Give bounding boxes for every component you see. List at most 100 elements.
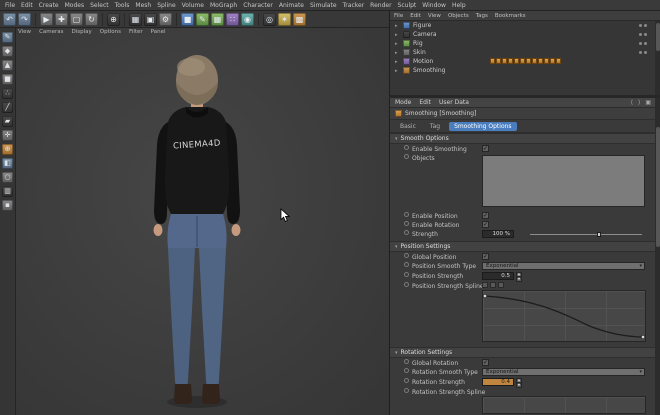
objects-listbox[interactable] [482, 155, 645, 207]
tab-basic[interactable]: Basic [395, 122, 421, 131]
position-strength-field[interactable]: 0.5 [482, 272, 514, 280]
spline-point-tool-icon[interactable] [482, 282, 488, 288]
object-row[interactable]: ▸ Camera [390, 30, 660, 39]
object-name[interactable]: Figure [413, 22, 431, 29]
visibility-dot[interactable] [639, 42, 642, 45]
object-row[interactable]: ▸ Skin [390, 48, 660, 57]
strength-slider-knob[interactable] [597, 232, 602, 237]
menu-animate[interactable]: Animate [279, 2, 304, 9]
visibility-dot[interactable] [639, 33, 642, 36]
menu-simulate[interactable]: Simulate [310, 2, 337, 9]
expand-arrow-icon[interactable]: ▸ [395, 50, 400, 56]
om-menu-bookmarks[interactable]: Bookmarks [495, 13, 526, 19]
visibility-dot[interactable] [644, 51, 647, 54]
object-row[interactable]: ▸ Rig [390, 39, 660, 48]
menu-modes[interactable]: Modes [65, 2, 84, 9]
viewport-solo-icon[interactable]: ○ [2, 172, 13, 183]
keyframe-icon[interactable] [508, 58, 513, 64]
workplane-mode-icon[interactable]: ■ [2, 74, 13, 85]
viewport-menu-view[interactable]: View [18, 29, 31, 35]
strength-field[interactable]: 100 % [482, 230, 514, 238]
keyframe-icon[interactable] [514, 58, 519, 64]
menu-select[interactable]: Select [90, 2, 109, 9]
om-scrollbar-thumb[interactable] [656, 23, 660, 51]
keyframe-icon[interactable] [520, 58, 525, 64]
polygons-mode-icon[interactable]: ▰ [2, 116, 13, 127]
section-rotation-settings[interactable]: Rotation Settings [390, 347, 655, 358]
character-model[interactable]: CINEMA4D [134, 50, 260, 412]
tab-tag[interactable]: Tag [425, 122, 445, 131]
object-row[interactable]: ▸ Motion [390, 57, 660, 66]
history-back-icon[interactable]: ⟨ [631, 99, 633, 106]
tab-smoothing-options[interactable]: Smoothing Options [449, 121, 517, 131]
menu-mesh[interactable]: Mesh [135, 2, 151, 9]
history-forward-icon[interactable]: ⟩ [638, 99, 640, 106]
menu-edit[interactable]: Edit [21, 2, 33, 9]
rotation-strength-curve[interactable] [482, 396, 646, 414]
om-scrollbar[interactable] [655, 21, 660, 95]
curve-point-handle[interactable] [641, 335, 645, 339]
menu-create[interactable]: Create [39, 2, 59, 9]
scale-tool-icon[interactable]: ▢ [70, 12, 83, 26]
om-menu-edit[interactable]: Edit [410, 13, 421, 19]
axis-mode-icon[interactable]: ⊕ [2, 144, 13, 155]
global-position-checkbox[interactable] [482, 253, 489, 260]
enable-position-checkbox[interactable] [482, 212, 489, 219]
om-menu-objects[interactable]: Objects [448, 13, 469, 19]
object-name[interactable]: Skin [413, 49, 426, 56]
model-mode-icon[interactable]: ◆ [2, 46, 13, 57]
keyframe-icon[interactable] [496, 58, 501, 64]
render-picture-viewer-icon[interactable]: ▣ [144, 12, 157, 26]
strength-slider[interactable] [530, 232, 642, 237]
section-smooth-options[interactable]: Smooth Options [390, 133, 655, 144]
lock-icon[interactable]: ▣ [645, 99, 651, 106]
pen-tool-icon[interactable]: ✎ [2, 32, 13, 43]
tweak-mode-icon[interactable]: ✛ [2, 130, 13, 141]
deformer-icon[interactable]: ◉ [241, 12, 254, 26]
visibility-dot[interactable] [644, 33, 647, 36]
subdivision-surface-icon[interactable]: ▦ [211, 12, 224, 26]
expand-arrow-icon[interactable]: ▸ [395, 23, 400, 29]
curve-point-handle[interactable] [483, 294, 487, 298]
select-tool-icon[interactable]: ▶ [40, 12, 53, 26]
light-icon[interactable]: ✶ [278, 12, 291, 26]
keyframe-icon[interactable] [538, 58, 543, 64]
viewport-menu-options[interactable]: Options [100, 29, 121, 35]
snap-icon[interactable]: ◧ [2, 158, 13, 169]
points-mode-icon[interactable]: ∴ [2, 88, 13, 99]
menu-character[interactable]: Character [243, 2, 273, 9]
viewport-3d[interactable]: View Cameras Display Options Filter Pane… [16, 28, 389, 415]
expand-arrow-icon[interactable]: ▸ [395, 41, 400, 47]
lock-icon[interactable]: ▪ [2, 200, 13, 211]
texture-mode-icon[interactable]: ▲ [2, 60, 13, 71]
panel-splitter[interactable] [389, 96, 660, 98]
expand-arrow-icon[interactable]: ▸ [395, 59, 400, 65]
menu-render[interactable]: Render [370, 2, 391, 9]
om-menu-view[interactable]: View [428, 13, 441, 19]
pen-spline-icon[interactable]: ✎ [196, 12, 209, 26]
keyframe-icon[interactable] [502, 58, 507, 64]
section-position-settings[interactable]: Position Settings [390, 241, 655, 252]
object-row[interactable]: ▸ Smoothing [390, 66, 660, 75]
object-name[interactable]: Motion [413, 58, 433, 65]
object-row[interactable]: ▸ Figure [390, 21, 660, 30]
move-tool-icon[interactable]: ✚ [55, 12, 68, 26]
viewport-menu-panel[interactable]: Panel [151, 29, 166, 35]
am-scrollbar[interactable] [655, 97, 660, 415]
edges-mode-icon[interactable]: ╱ [2, 102, 13, 113]
spline-reset-tool-icon[interactable] [498, 282, 504, 288]
rotation-strength-spinner[interactable]: ▲ ▼ [516, 378, 522, 388]
global-rotation-checkbox[interactable] [482, 359, 489, 366]
coordinate-system-icon[interactable]: ⊕ [107, 12, 120, 26]
material-icon[interactable]: ▩ [293, 12, 306, 26]
redo-icon[interactable]: ↷ [18, 12, 31, 26]
am-menu-userdata[interactable]: User Data [439, 99, 469, 106]
falloff-curve-line[interactable] [484, 295, 644, 338]
object-name[interactable]: Smoothing [413, 67, 445, 74]
undo-icon[interactable]: ↶ [3, 12, 16, 26]
om-menu-tags[interactable]: Tags [476, 13, 488, 19]
menu-volume[interactable]: Volume [182, 2, 204, 9]
visibility-dot[interactable] [639, 51, 642, 54]
position-strength-curve[interactable] [482, 290, 646, 342]
keyframe-icon[interactable] [550, 58, 555, 64]
